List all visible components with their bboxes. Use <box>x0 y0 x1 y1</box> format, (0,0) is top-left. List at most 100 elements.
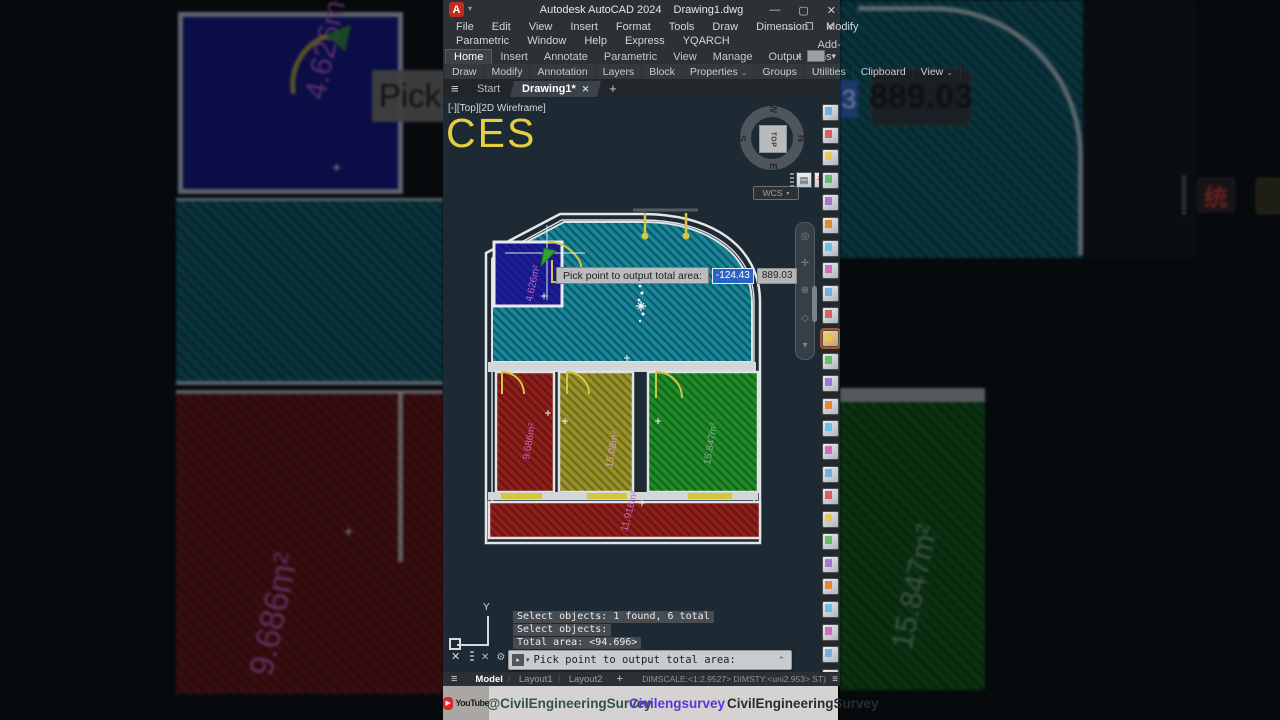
menu-item-draw[interactable]: Draw <box>703 21 747 33</box>
command-close-icon[interactable]: ✕ <box>481 652 489 663</box>
channel-handle: @CivilEngineeringSurvey <box>487 695 652 711</box>
dynamic-input-field[interactable]: -124.43 <box>711 267 754 284</box>
dynamic-input-tooltip: Pick point to output total area: -124.43… <box>556 267 798 284</box>
ribbon-tab-bar: Home Insert Annotate Parametric View Manage Ou… <box>445 39 841 64</box>
file-menu-hamburger-icon[interactable]: ≡ <box>451 81 459 96</box>
panel-modify[interactable]: Modify <box>485 65 531 78</box>
layout-tab-model[interactable]: Model <box>467 674 510 685</box>
title-bar: A ▾ Autodesk AutoCAD 2024 Drawing1.dwg —… <box>443 0 840 20</box>
bg-grip-handle <box>1182 176 1186 216</box>
file-tab-bar: ≡ Start Drawing1* ✕ + <box>443 79 840 98</box>
tab-view[interactable]: View <box>665 50 705 64</box>
menu-bar-row2: Parametric Window Help Express YQARCH <box>447 34 840 48</box>
command-expand-icon[interactable]: ⌃ <box>777 655 785 666</box>
status-menu-icon[interactable]: ≡ <box>832 674 838 685</box>
tab-close-icon[interactable]: ✕ <box>582 84 590 94</box>
command-line-total-area-94-696-: Total area: <94.696> <box>513 637 642 649</box>
bg-wall-line <box>398 392 403 562</box>
maximize-button[interactable]: ▢ <box>798 4 808 17</box>
doc-close-button[interactable]: ✕ <box>826 22 834 33</box>
panel-block[interactable]: Block <box>642 65 683 78</box>
panel-layers[interactable]: Layers <box>596 65 643 78</box>
bg-cross-marker: + <box>344 524 354 541</box>
door-post-knob <box>641 232 649 240</box>
yqarch-tool-icon[interactable] <box>822 623 839 641</box>
new-tab-button[interactable]: + <box>609 81 617 96</box>
tab-insert[interactable]: Insert <box>492 50 536 64</box>
tab-start[interactable]: Start <box>465 81 512 97</box>
doc-restore-button[interactable]: ❐ <box>805 22 814 33</box>
yqarch-tool-icon[interactable] <box>822 646 839 664</box>
bg-pick-tooltip: Pick <box>372 70 443 122</box>
window-sill <box>501 493 542 499</box>
drawing-canvas[interactable]: [-][Top][2D Wireframe] CES W S N E TOP W… <box>443 98 840 672</box>
tab-home[interactable]: Home <box>445 49 493 64</box>
status-dim-text: DIMSCALE:<1:2.9527> DIMSTY:<uni2.953> ST… <box>642 674 826 684</box>
ribbon-panel-row: Draw Modify Annotation Layers Block Propertie… <box>445 64 961 79</box>
menu-item-view[interactable]: View <box>520 21 562 33</box>
bg-cn-character-icon: 统 <box>1197 178 1235 212</box>
command-caret-icon[interactable]: ▾ <box>526 656 530 664</box>
command-input-bar[interactable]: ▸ ▾ Pick point to output total area: ⌃ <box>508 650 792 670</box>
app-title: Autodesk AutoCAD 2024 <box>539 4 662 16</box>
green-room[interactable] <box>646 370 760 494</box>
layout-tabs: ModelLayout1Layout2 <box>467 674 610 685</box>
close-button[interactable]: ✕ <box>827 4 836 17</box>
status-hamburger-icon[interactable]: ≡ <box>451 673 457 685</box>
ribbon-display-caret-icon[interactable]: ▾ <box>831 51 836 62</box>
ucs-icon <box>487 616 489 646</box>
command-line-select-objects-1-found-6-total: Select objects: 1 found, 6 total <box>513 611 714 623</box>
panel-clipboard[interactable]: Clipboard <box>854 65 914 78</box>
ribbon-display-toggle-icon[interactable] <box>807 50 826 62</box>
window-sill <box>587 493 627 499</box>
menu-item-format[interactable]: Format <box>607 21 660 33</box>
panel-annotation[interactable]: Annotation <box>530 65 596 78</box>
bg-gold-icon <box>1256 178 1280 214</box>
floor-plan[interactable]: 4.626m² 9.686m² 15.08m² 15.847m² 11.916m… <box>443 100 840 610</box>
minimize-button[interactable]: — <box>769 4 780 16</box>
dynamic-input-field2[interactable]: 889.03 <box>756 267 798 284</box>
door-post-knob <box>682 232 690 240</box>
menu-item-edit[interactable]: Edit <box>483 21 520 33</box>
panel-properties[interactable]: Properties ⌄ <box>683 65 756 78</box>
menu-item-express[interactable]: Express <box>616 35 674 47</box>
menu-item-help[interactable]: Help <box>575 35 616 47</box>
menu-item-yqarch[interactable]: YQARCH <box>674 35 739 47</box>
channel-name: CivilEngineeringSurvey <box>727 695 879 711</box>
command-grip-handle[interactable] <box>470 651 474 663</box>
new-layout-button[interactable]: + <box>611 673 629 685</box>
command-prompt-text[interactable]: Pick point to output total area: <box>534 654 778 666</box>
tab-annotate[interactable]: Annotate <box>536 50 596 64</box>
menu-item-file[interactable]: File <box>447 21 483 33</box>
bg-teal-region <box>176 198 443 385</box>
olive-room[interactable] <box>557 370 635 494</box>
tab-manage[interactable]: Manage <box>705 50 761 64</box>
file-title: Drawing1.dwg <box>673 4 744 16</box>
command-customize-icon[interactable]: ⚙ <box>496 652 505 663</box>
command-prompt-icon[interactable]: ▸ <box>512 654 524 666</box>
panel-groups[interactable]: Groups <box>755 65 805 78</box>
status-bar: ≡ ModelLayout1Layout2 + DIMSCALE:<1:2.95… <box>443 672 840 686</box>
command-history: Select objects: 1 found, 6 total Select o… <box>513 611 714 649</box>
youtube-logo: ▶ YouTube <box>443 686 489 720</box>
layout-tab-layout2[interactable]: Layout2 <box>558 674 611 685</box>
background-left-band: 4.626m² + + 9.686m² Pick <box>0 0 443 720</box>
panel-draw[interactable]: Draw <box>445 65 485 78</box>
ribbon-overflow-icon[interactable]: » <box>796 51 801 61</box>
channel-name-alt: Civilengsurvey <box>629 695 726 711</box>
panel-utilities[interactable]: Utilities <box>805 65 854 78</box>
panel-view[interactable]: View ⌄ <box>914 65 961 78</box>
menu-item-window[interactable]: Window <box>518 35 575 47</box>
doc-minimize-button[interactable]: — <box>784 23 793 33</box>
menu-item-tools[interactable]: Tools <box>660 21 704 33</box>
menu-item-parametric[interactable]: Parametric <box>447 35 518 47</box>
tab-drawing1[interactable]: Drawing1* ✕ <box>509 80 602 97</box>
bg-cross-marker: + <box>332 160 342 177</box>
bg-dyn-input-partial: 3 <box>840 80 858 118</box>
tab-parametric[interactable]: Parametric <box>596 50 665 64</box>
layout-tab-layout1[interactable]: Layout1 <box>508 674 561 685</box>
wall-band <box>488 362 756 372</box>
menu-item-insert[interactable]: Insert <box>561 21 607 33</box>
bg-wall-band <box>840 388 985 402</box>
channel-banner: ▶ YouTube @CivilEngineeringSurvey Civile… <box>443 686 879 720</box>
